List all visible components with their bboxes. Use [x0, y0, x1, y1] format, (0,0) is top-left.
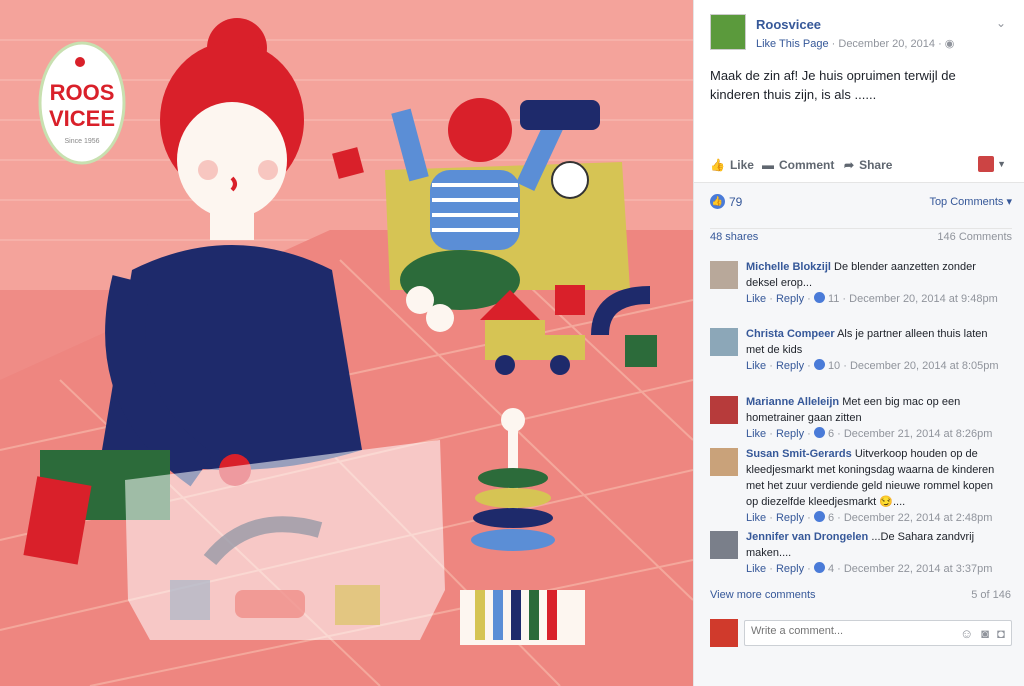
share-label: Share — [859, 158, 893, 172]
comment-body: Susan Smit-Gerards Uitverkoop houden op … — [746, 446, 1008, 526]
comment-meta: Like · Reply · 6 · December 21, 2014 at … — [746, 427, 993, 440]
page-name-link[interactable]: Roosvicee — [756, 17, 821, 32]
share-button[interactable]: ➦ Share — [844, 158, 892, 172]
comment-author[interactable]: Christa Compeer — [746, 328, 835, 340]
commenter-avatar[interactable] — [710, 448, 738, 476]
commenter-avatar[interactable] — [710, 261, 738, 289]
comment-author[interactable]: Marianne Alleleijn — [746, 396, 839, 408]
like-label: Like — [729, 158, 754, 172]
comment-author[interactable]: Susan Smit-Gerards — [746, 448, 852, 460]
separator-dot: · — [938, 38, 942, 50]
chevron-down-icon[interactable]: ⌄ — [996, 16, 1006, 30]
like-reaction-icon — [813, 511, 825, 522]
comments-total: 146 Comments — [937, 231, 1012, 243]
illustration: ROOS VICEE Since 1956 — [0, 0, 693, 686]
facebook-photo-viewer: ROOS VICEE Since 1956 Roosvicee Like Thi… — [0, 0, 1024, 686]
view-more-comments-link[interactable]: View more comments — [710, 589, 816, 601]
comments-pager-count: 5 of 146 — [971, 589, 1011, 601]
post-date[interactable]: December 20, 2014 — [838, 38, 935, 50]
comment-body: Christa Compeer Als je partner alleen th… — [746, 326, 1008, 374]
comments-section: 👍 79 Top Comments ▾ 48 shares 146 Commen… — [694, 182, 1024, 686]
post-meta: Like This Page · December 20, 2014 · ◉ — [756, 37, 954, 50]
top-comments-dropdown[interactable]: Top Comments ▾ — [929, 195, 1012, 208]
post-sidebar: Roosvicee Like This Page · December 20, … — [693, 0, 1024, 686]
crayon-box — [460, 590, 585, 645]
like-button[interactable]: 👍 Like — [710, 158, 754, 172]
toy-block — [555, 285, 585, 315]
likes-count[interactable]: 79 — [729, 195, 742, 209]
share-arrow-icon: ➦ — [844, 158, 855, 172]
comment-like-link[interactable]: Like — [746, 563, 766, 575]
speech-bubble-icon: ▬ — [762, 158, 774, 172]
post-actions: 👍 Like ▬ Comment ➦ Share ▼ — [710, 152, 1010, 180]
comment-like-link[interactable]: Like — [746, 428, 766, 440]
like-reaction-icon — [813, 562, 825, 573]
comment-date[interactable]: December 20, 2014 at 8:05pm — [850, 360, 999, 372]
write-comment-row: ☺ ◙ ◘ — [710, 617, 1012, 651]
comment-box[interactable]: ☺ ◙ ◘ — [744, 620, 1012, 646]
reaction-count: 6 — [827, 512, 835, 524]
comment-reply-link[interactable]: Reply — [776, 428, 804, 440]
comment-button[interactable]: ▬ Comment — [762, 158, 834, 172]
actor-avatar — [978, 156, 995, 172]
comment-meta: Like · Reply · 6 · December 22, 2014 at … — [746, 511, 993, 524]
commenter-avatar[interactable] — [710, 328, 738, 356]
reaction-count: 6 — [827, 428, 835, 440]
emoji-icon[interactable]: ☺ — [960, 626, 973, 641]
reactions-row: 👍 79 Top Comments ▾ — [710, 193, 1012, 211]
post-photo[interactable]: ROOS VICEE Since 1956 — [0, 0, 693, 686]
like-reaction-icon — [813, 427, 825, 438]
toy-block — [625, 335, 657, 367]
like-reaction-icon — [813, 292, 825, 303]
commenter-avatar[interactable] — [710, 531, 738, 559]
svg-text:VICEE: VICEE — [49, 106, 115, 131]
shares-row: 48 shares 146 Comments — [710, 228, 1012, 244]
like-page-link[interactable]: Like This Page — [756, 38, 829, 50]
commenter-avatar[interactable] — [710, 396, 738, 424]
comment-input[interactable] — [751, 625, 931, 637]
comment-reply-link[interactable]: Reply — [776, 293, 804, 305]
comment-meta: Like · Reply · 4 · December 22, 2014 at … — [746, 562, 993, 575]
like-reaction-icon: 👍 — [710, 194, 725, 209]
post-header: Roosvicee Like This Page · December 20, … — [710, 14, 1010, 56]
reaction-count: 4 — [827, 563, 835, 575]
like-reaction-icon — [813, 359, 825, 370]
post-message: Maak de zin af! Je huis opruimen terwijl… — [710, 68, 956, 102]
comment-like-link[interactable]: Like — [746, 360, 766, 372]
comment-tools: ☺ ◙ ◘ — [960, 626, 1005, 641]
reaction-count: 11 — [827, 293, 840, 305]
comment-reply-link[interactable]: Reply — [776, 563, 804, 575]
sticker-icon[interactable]: ◘ — [997, 626, 1005, 641]
comment-label: Comment — [779, 158, 835, 172]
camera-icon[interactable]: ◙ — [981, 626, 989, 641]
actor-selector[interactable]: ▼ — [978, 156, 1006, 172]
comment-author[interactable]: Michelle Blokzijl — [746, 261, 831, 273]
comment-like-link[interactable]: Like — [746, 512, 766, 524]
roosvicee-logo: ROOS VICEE Since 1956 — [38, 41, 126, 165]
comment-reply-link[interactable]: Reply — [776, 360, 804, 372]
globe-icon: ◉ — [944, 38, 955, 50]
shares-link[interactable]: 48 shares — [710, 231, 758, 243]
page-avatar[interactable] — [710, 14, 746, 50]
thumbs-up-icon: 👍 — [710, 158, 725, 172]
comment-like-link[interactable]: Like — [746, 293, 766, 305]
comment-author[interactable]: Jennifer van Drongelen — [746, 531, 868, 543]
comment-body: Michelle Blokzijl De blender aanzetten z… — [746, 259, 1008, 307]
current-user-avatar — [710, 619, 738, 647]
comment-date[interactable]: December 22, 2014 at 2:48pm — [844, 512, 993, 524]
comment-date[interactable]: December 22, 2014 at 3:37pm — [844, 563, 993, 575]
svg-text:ROOS: ROOS — [50, 80, 115, 105]
comment-meta: Like · Reply · 11 · December 20, 2014 at… — [746, 292, 998, 305]
comment-meta: Like · Reply · 10 · December 20, 2014 at… — [746, 359, 999, 372]
comment-date[interactable]: December 20, 2014 at 9:48pm — [849, 293, 998, 305]
svg-text:Since 1956: Since 1956 — [64, 138, 99, 145]
comment-body: Marianne Alleleijn Met een big mac op ee… — [746, 394, 1008, 442]
caret-down-icon: ▼ — [997, 159, 1006, 169]
comment-date[interactable]: December 21, 2014 at 8:26pm — [844, 428, 993, 440]
comment-reply-link[interactable]: Reply — [776, 512, 804, 524]
comment-body: Jennifer van Drongelen ...De Sahara zand… — [746, 529, 1008, 577]
meta-separator: · — [831, 38, 836, 50]
reaction-count: 10 — [827, 360, 841, 372]
